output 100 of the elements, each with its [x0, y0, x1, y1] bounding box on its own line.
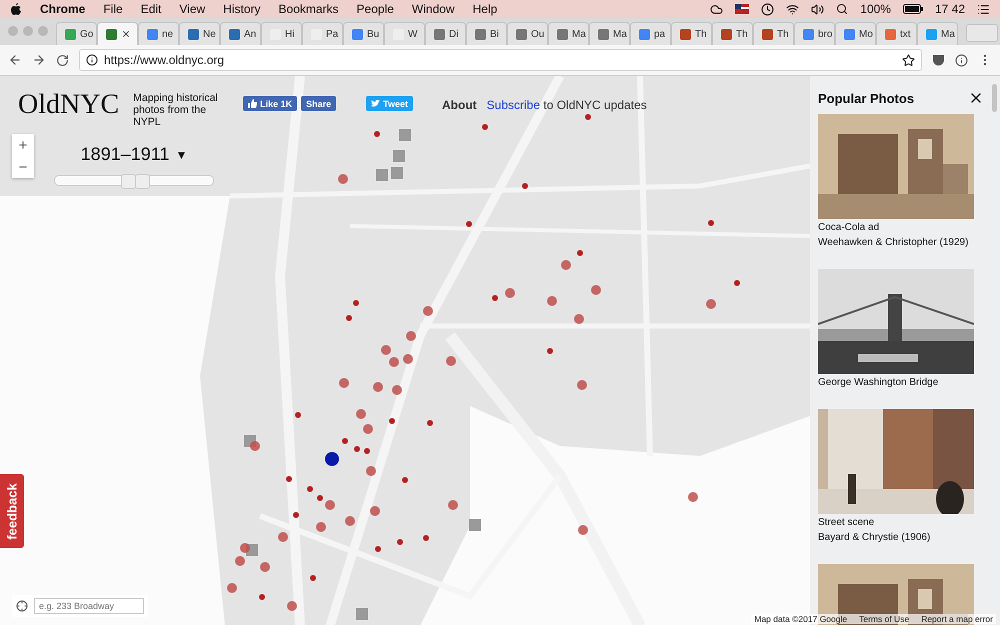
cluster-marker[interactable]: [356, 608, 368, 620]
scrollbar-thumb[interactable]: [992, 84, 997, 112]
year-slider[interactable]: [54, 175, 214, 186]
photo-marker[interactable]: [482, 124, 488, 130]
photo-marker[interactable]: [260, 562, 270, 572]
wifi-icon[interactable]: [786, 2, 800, 16]
browser-tab[interactable]: An: [220, 22, 261, 45]
photo-marker[interactable]: [370, 506, 380, 516]
info-icon[interactable]: [955, 54, 968, 66]
browser-tab[interactable]: Pa: [302, 22, 343, 45]
browser-tab[interactable]: Ma: [548, 22, 589, 45]
photo-marker[interactable]: [286, 476, 292, 482]
photo-marker[interactable]: [346, 315, 352, 321]
browser-tab[interactable]: Ne: [179, 22, 220, 45]
photo-marker[interactable]: [278, 532, 288, 542]
browser-tab[interactable]: Th: [753, 22, 794, 45]
photo-marker[interactable]: [293, 512, 299, 518]
cluster-marker[interactable]: [399, 129, 411, 141]
photo-marker[interactable]: [363, 424, 373, 434]
photo-marker[interactable]: [339, 378, 349, 388]
browser-tab[interactable]: Ou: [507, 22, 548, 45]
photo-marker[interactable]: [389, 357, 399, 367]
browser-tab[interactable]: pa: [630, 22, 671, 45]
photo-marker[interactable]: [706, 299, 716, 309]
pocket-icon[interactable]: [932, 54, 945, 66]
photo-marker[interactable]: [448, 500, 458, 510]
photo-marker[interactable]: [342, 438, 348, 444]
browser-tab[interactable]: [97, 22, 138, 45]
photo-marker[interactable]: [366, 466, 376, 476]
slider-handle[interactable]: [134, 174, 150, 189]
photo-marker[interactable]: [688, 492, 698, 502]
photo-marker[interactable]: [338, 174, 348, 184]
photo-marker[interactable]: [240, 543, 250, 553]
menu-item[interactable]: Help: [472, 2, 498, 16]
photo-marker[interactable]: [585, 114, 591, 120]
search-icon[interactable]: [836, 3, 848, 15]
photo-marker[interactable]: [235, 556, 245, 566]
photo-marker[interactable]: [375, 546, 381, 552]
search-field[interactable]: e.g. 233 Broadway: [34, 598, 144, 614]
like-button[interactable]: Like 1K: [243, 96, 298, 111]
browser-tab[interactable]: Ma: [589, 22, 630, 45]
browser-tab[interactable]: bro: [794, 22, 835, 45]
photo-marker[interactable]: [307, 486, 313, 492]
share-button[interactable]: Share: [301, 96, 336, 111]
photo-marker[interactable]: [316, 522, 326, 532]
location-marker[interactable]: [325, 452, 339, 466]
browser-tab[interactable]: W: [384, 22, 425, 45]
photo-marker[interactable]: [287, 601, 297, 611]
photo-marker[interactable]: [317, 495, 323, 501]
photo-marker[interactable]: [578, 525, 588, 535]
address-bar[interactable]: https://www.oldnyc.org: [79, 49, 922, 71]
photo-marker[interactable]: [310, 575, 316, 581]
info-icon[interactable]: [86, 54, 98, 66]
attribution-link[interactable]: Terms of Use: [859, 614, 910, 624]
app-menu[interactable]: Chrome: [40, 2, 86, 16]
menu-item[interactable]: View: [179, 2, 206, 16]
photo-marker[interactable]: [373, 382, 383, 392]
photo-marker[interactable]: [492, 295, 498, 301]
flag-icon[interactable]: [735, 4, 750, 14]
photo-marker[interactable]: [547, 348, 553, 354]
browser-tab[interactable]: Th: [712, 22, 753, 45]
feedback-tab[interactable]: feedback: [0, 474, 24, 548]
photo-marker[interactable]: [577, 250, 583, 256]
browser-tab[interactable]: Bi: [466, 22, 507, 45]
photo-marker[interactable]: [389, 418, 395, 424]
photo-marker[interactable]: [295, 412, 301, 418]
photo-marker[interactable]: [423, 306, 433, 316]
site-logo[interactable]: OldNYC: [18, 90, 120, 120]
menu-item[interactable]: People: [356, 2, 394, 16]
cloud-icon[interactable]: [710, 2, 724, 16]
time-machine-icon[interactable]: [761, 2, 774, 16]
photo-marker[interactable]: [397, 539, 403, 545]
browser-tab[interactable]: Th: [671, 22, 712, 45]
menu-item[interactable]: History: [223, 2, 261, 16]
browser-tab[interactable]: Bu: [343, 22, 384, 45]
close-icon[interactable]: [121, 29, 131, 39]
browser-tab[interactable]: Di: [425, 22, 466, 45]
photo-marker[interactable]: [466, 221, 472, 227]
browser-tab[interactable]: ne: [138, 22, 179, 45]
photo-marker[interactable]: [325, 500, 335, 510]
photo-marker[interactable]: [227, 583, 237, 593]
menu-item[interactable]: Edit: [140, 2, 162, 16]
photo-marker[interactable]: [423, 535, 429, 541]
photo-marker[interactable]: [591, 285, 601, 295]
browser-tab[interactable]: Hi: [261, 22, 302, 45]
browser-tab[interactable]: Ma: [917, 22, 958, 45]
reload-icon[interactable]: [56, 54, 69, 66]
photo-marker[interactable]: [356, 409, 366, 419]
photo-marker[interactable]: [406, 331, 416, 341]
list-icon[interactable]: [977, 2, 990, 16]
photo-marker[interactable]: [402, 477, 408, 483]
photo-marker[interactable]: [446, 356, 456, 366]
volume-icon[interactable]: [811, 2, 824, 16]
photo-marker[interactable]: [561, 260, 571, 270]
photo-marker[interactable]: [708, 220, 714, 226]
forward-icon[interactable]: [32, 53, 46, 67]
photo-marker[interactable]: [574, 314, 584, 324]
zoom-out-button[interactable]: −: [12, 156, 34, 178]
photo-marker[interactable]: [374, 131, 380, 137]
photo-marker[interactable]: [522, 183, 528, 189]
